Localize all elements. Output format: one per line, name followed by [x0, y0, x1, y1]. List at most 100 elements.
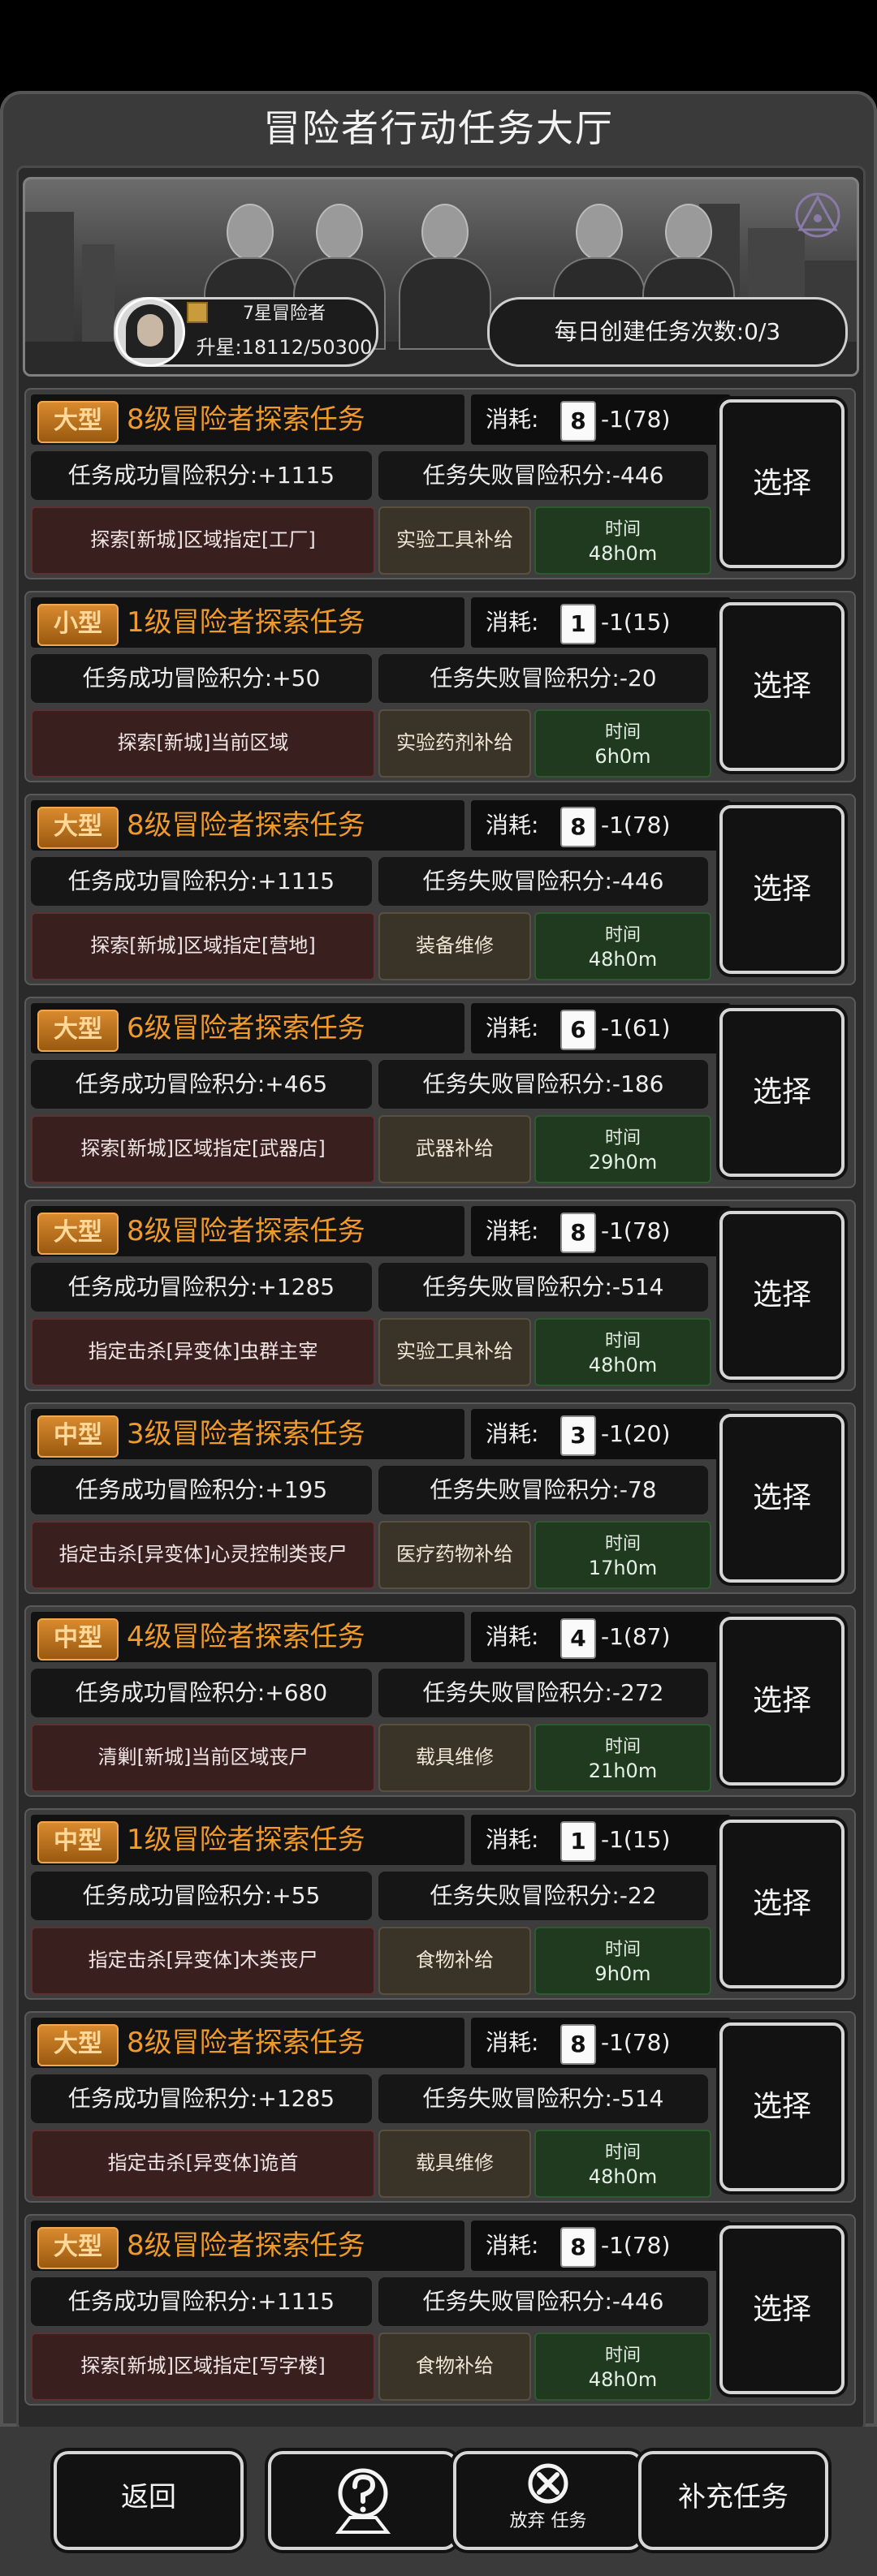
select-button[interactable]: 选择 [719, 1211, 845, 1380]
cost-label: 消耗: [486, 1420, 539, 1447]
success-points: 任务成功冒险积分:+1285 [31, 2074, 372, 2123]
level-card-icon: 4 [560, 1618, 596, 1659]
level-card-icon: 8 [560, 807, 596, 847]
task-time: 时间 48h0m [534, 912, 711, 980]
cost-box: 消耗: 8 -1(78) [471, 2221, 731, 2271]
cost-box: 消耗: 1 -1(15) [471, 1815, 731, 1865]
cost-label: 消耗: [486, 1623, 539, 1650]
guild-emblem-icon [795, 192, 840, 238]
select-button[interactable]: 选择 [719, 1008, 845, 1177]
task-reward: 载具维修 [378, 1724, 531, 1792]
task-card: 中型 4级冒险者探索任务 消耗: 4 -1(87) 任务成功冒险积分:+680 … [24, 1605, 856, 1797]
cost-label: 消耗: [486, 812, 539, 838]
task-reward: 实验工具补给 [378, 506, 531, 575]
page-title: 冒险者行动任务大厅 [263, 106, 614, 150]
time-label: 时间 [604, 1331, 641, 1351]
time-label: 时间 [604, 1128, 641, 1148]
fail-points: 任务失败冒险积分:-22 [378, 1872, 708, 1920]
task-target: 探索[新城]区域指定[写字楼] [31, 2333, 375, 2401]
fail-points: 任务失败冒险积分:-78 [378, 1466, 708, 1514]
time-label: 时间 [604, 519, 641, 540]
task-target: 探索[新城]区域指定[工厂] [31, 506, 375, 575]
task-reward: 食物补给 [378, 2333, 531, 2401]
fail-points: 任务失败冒险积分:-272 [378, 1669, 708, 1717]
task-name: 8级冒险者探索任务 [127, 403, 365, 436]
fail-points: 任务失败冒险积分:-514 [378, 1263, 708, 1312]
task-name: 3级冒险者探索任务 [127, 1418, 365, 1450]
back-button[interactable]: 返回 [54, 2451, 244, 2550]
time-label: 时间 [604, 2346, 641, 2366]
task-name: 6级冒险者探索任务 [127, 1012, 365, 1045]
task-target: 指定击杀[异变体]心灵控制类丧尸 [31, 1521, 375, 1589]
task-reward: 实验工具补给 [378, 1318, 531, 1386]
level-card-icon: 3 [560, 1415, 596, 1456]
character-figure [399, 204, 491, 350]
cost-box: 消耗: 8 -1(78) [471, 2018, 731, 2068]
task-card: 大型 8级冒险者探索任务 消耗: 8 -1(78) 任务成功冒险积分:+1285… [24, 2011, 856, 2203]
select-button[interactable]: 选择 [719, 805, 845, 974]
task-reward: 实验药剂补给 [378, 709, 531, 778]
task-card: 大型 8级冒险者探索任务 消耗: 8 -1(78) 任务成功冒险积分:+1115… [24, 2214, 856, 2406]
success-points: 任务成功冒险积分:+195 [31, 1466, 372, 1514]
cost-value: -1(78) [601, 2029, 671, 2056]
task-target: 指定击杀[异变体]诡首 [31, 2130, 375, 2198]
select-button[interactable]: 选择 [719, 1617, 845, 1786]
size-badge: 中型 [37, 1821, 119, 1863]
size-badge: 大型 [37, 1213, 119, 1255]
fail-points: 任务失败冒险积分:-20 [378, 654, 708, 703]
level-card-icon: 8 [560, 2227, 596, 2268]
cost-box: 消耗: 8 -1(78) [471, 800, 731, 851]
select-button[interactable]: 选择 [719, 1414, 845, 1583]
task-target: 探索[新城]当前区域 [31, 709, 375, 778]
help-button[interactable] [268, 2451, 458, 2550]
close-icon [528, 2463, 568, 2504]
select-button[interactable]: 选择 [719, 399, 845, 568]
refill-task-button[interactable]: 补充任务 [638, 2451, 828, 2550]
rank-progress: 升星:18112/50300 [196, 336, 373, 359]
select-button[interactable]: 选择 [719, 1820, 845, 1988]
time-label: 时间 [604, 925, 641, 946]
rank-star-icon [187, 302, 208, 323]
fail-points: 任务失败冒险积分:-514 [378, 2074, 708, 2123]
task-reward: 食物补给 [378, 1927, 531, 1995]
task-header: 小型 1级冒险者探索任务 [31, 597, 464, 648]
question-icon [335, 2468, 391, 2534]
task-name: 8级冒险者探索任务 [127, 809, 365, 842]
task-header: 中型 1级冒险者探索任务 [31, 1815, 464, 1865]
task-time: 时间 21h0m [534, 1724, 711, 1792]
size-badge: 大型 [37, 807, 119, 849]
task-card: 大型 8级冒险者探索任务 消耗: 8 -1(78) 任务成功冒险积分:+1115… [24, 388, 856, 579]
time-value: 48h0m [588, 2165, 658, 2188]
task-time: 时间 48h0m [534, 2333, 711, 2401]
back-label: 返回 [121, 2481, 176, 2514]
task-target: 清剿[新城]当前区域丧尸 [31, 1724, 375, 1792]
cost-label: 消耗: [486, 406, 539, 433]
cost-value: -1(15) [601, 609, 671, 635]
cost-label: 消耗: [486, 2232, 539, 2259]
select-button[interactable]: 选择 [719, 602, 845, 771]
cost-box: 消耗: 8 -1(78) [471, 1206, 731, 1256]
cost-value: -1(20) [601, 1420, 671, 1447]
success-points: 任务成功冒险积分:+1115 [31, 857, 372, 906]
abandon-task-button[interactable]: 放弃 任务 [453, 2451, 643, 2550]
cost-label: 消耗: [486, 1826, 539, 1853]
time-label: 时间 [604, 1534, 641, 1554]
success-points: 任务成功冒险积分:+55 [31, 1872, 372, 1920]
task-name: 1级冒险者探索任务 [127, 606, 365, 639]
task-time: 时间 17h0m [534, 1521, 711, 1589]
task-time: 时间 29h0m [534, 1115, 711, 1183]
cost-box: 消耗: 4 -1(87) [471, 1612, 731, 1662]
select-button[interactable]: 选择 [719, 2022, 845, 2191]
select-button[interactable]: 选择 [719, 2225, 845, 2394]
abandon-label: 放弃 任务 [509, 2511, 587, 2531]
time-value: 48h0m [588, 948, 658, 971]
task-card: 小型 1级冒险者探索任务 消耗: 1 -1(15) 任务成功冒险积分:+50 任… [24, 591, 856, 782]
success-points: 任务成功冒险积分:+1115 [31, 2277, 372, 2326]
success-points: 任务成功冒险积分:+1115 [31, 451, 372, 500]
fail-points: 任务失败冒险积分:-446 [378, 451, 708, 500]
avatar[interactable] [115, 297, 185, 367]
time-value: 21h0m [588, 1760, 658, 1782]
cost-label: 消耗: [486, 2029, 539, 2056]
task-card: 大型 8级冒险者探索任务 消耗: 8 -1(78) 任务成功冒险积分:+1285… [24, 1200, 856, 1391]
rank-name: 7星冒险者 [243, 304, 326, 324]
